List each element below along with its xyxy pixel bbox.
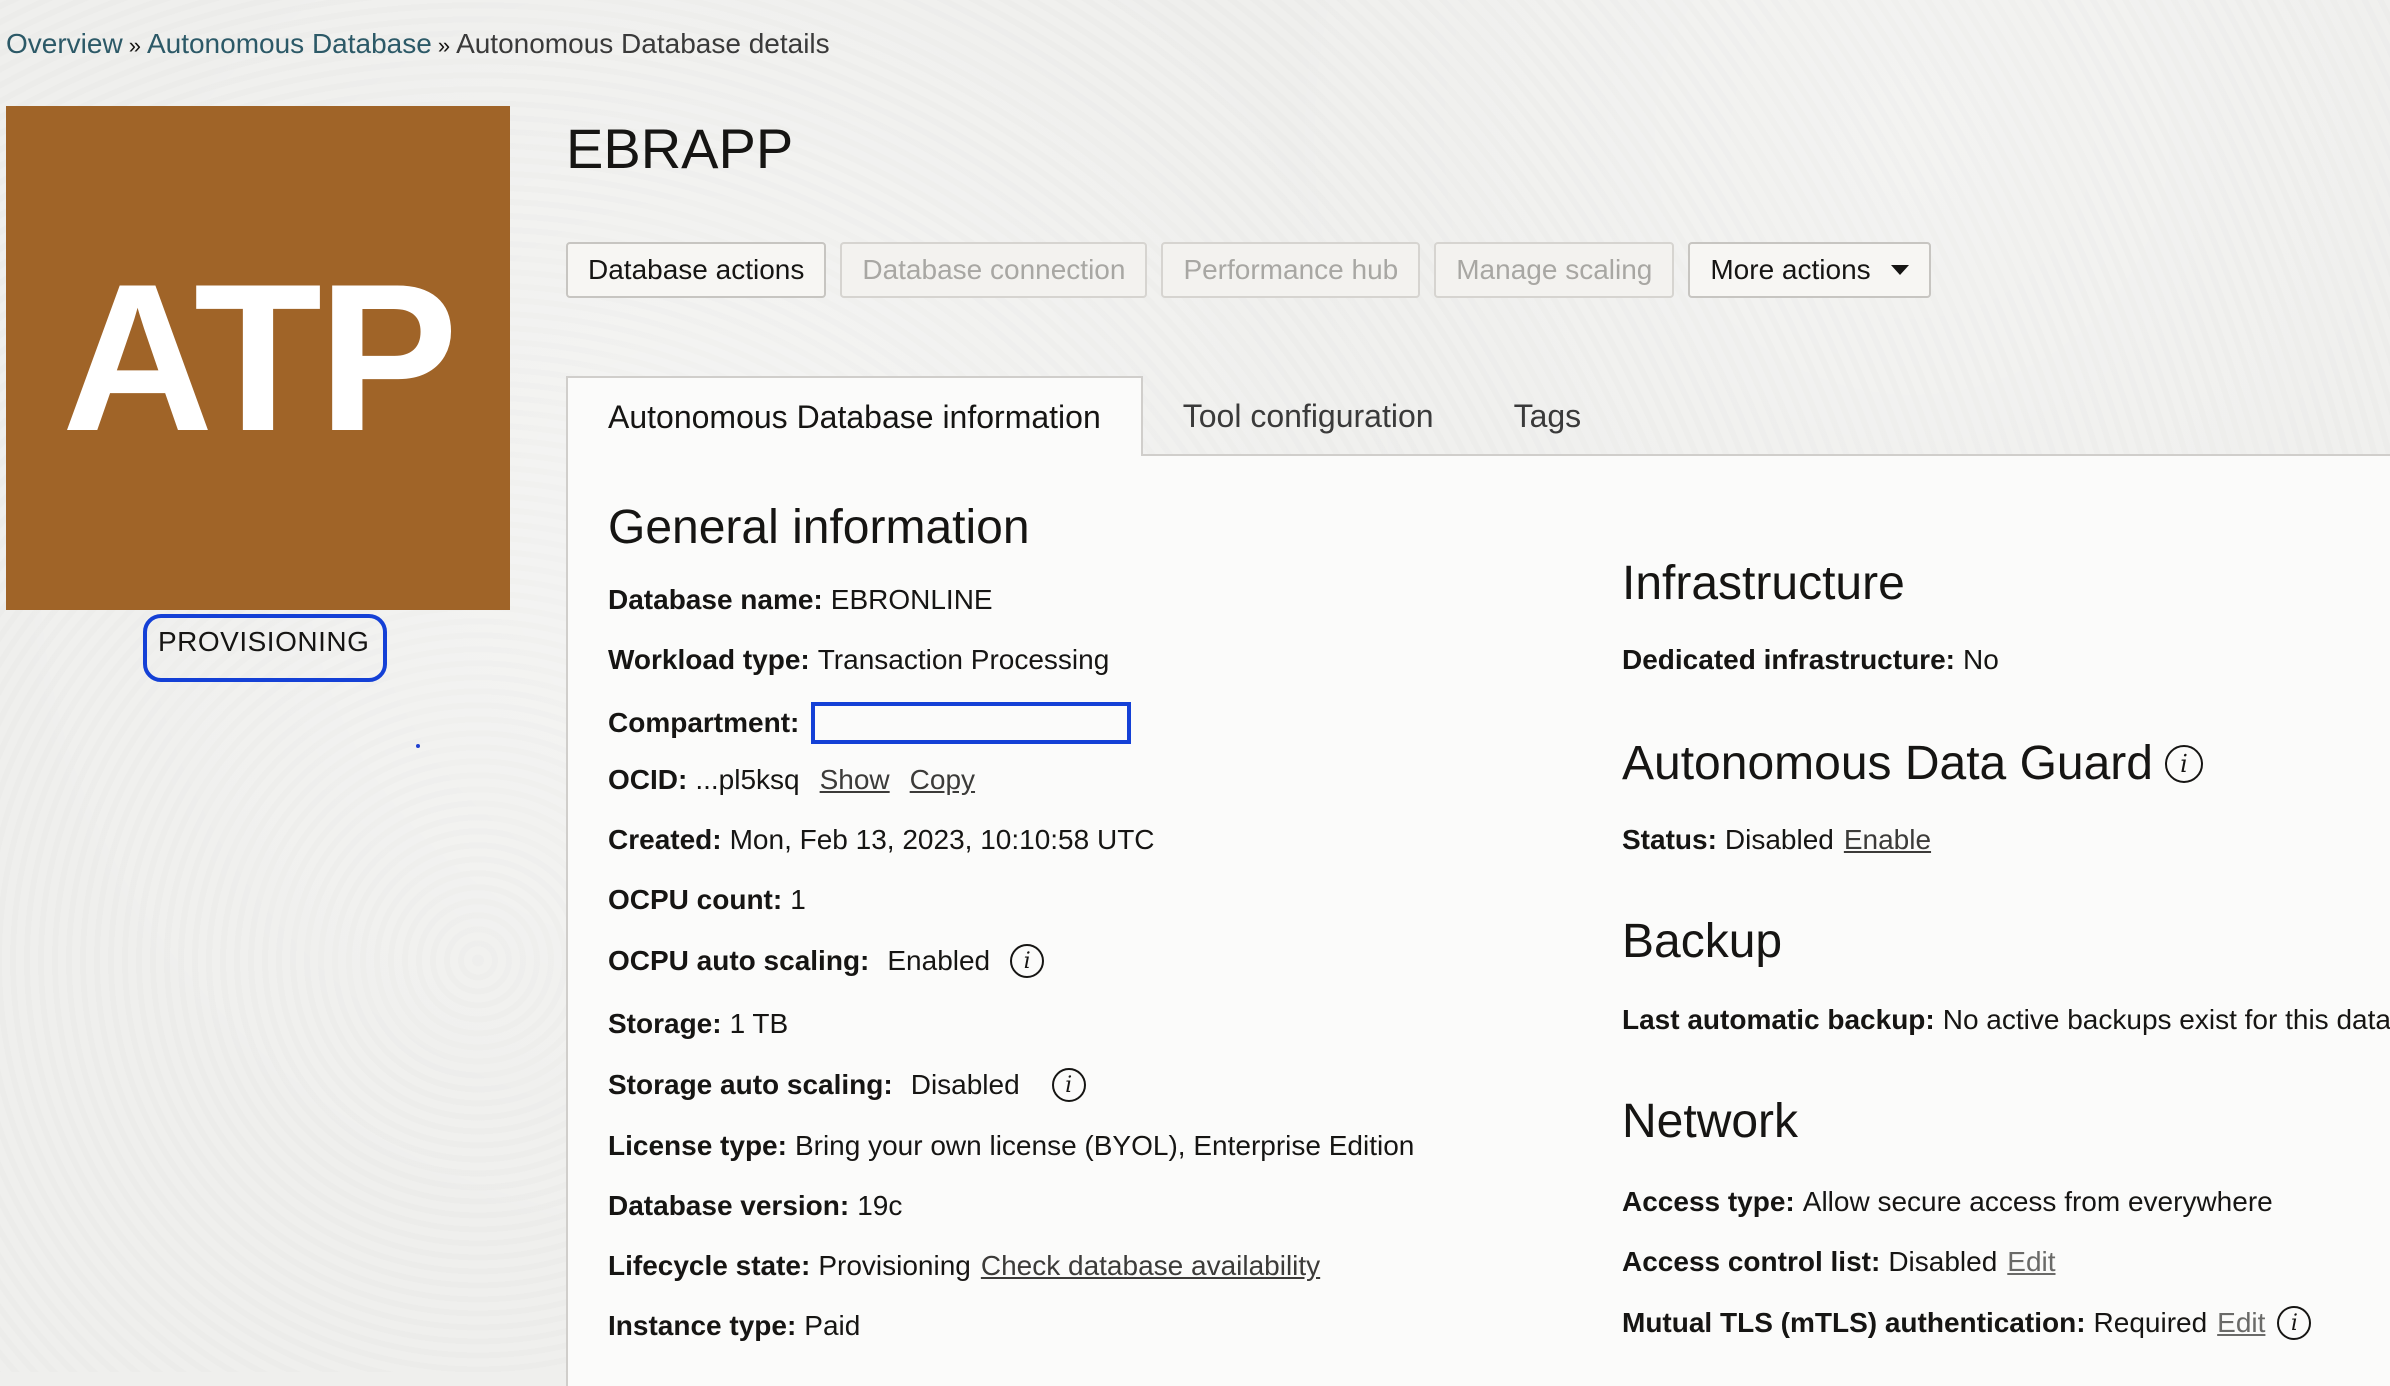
ocid-show-link[interactable]: Show — [820, 764, 890, 796]
storage-auto-scaling-row: Storage auto scaling: Disabled i — [608, 1068, 1086, 1102]
data-guard-heading-row: Autonomous Data Guard i — [1622, 736, 2203, 791]
edit-mtls-link[interactable]: Edit — [2217, 1307, 2265, 1339]
breadcrumb-autonomous-database-link[interactable]: Autonomous Database — [147, 28, 432, 59]
network-heading: Network — [1622, 1095, 1799, 1148]
annotation-dot — [416, 744, 420, 748]
breadcrumb-separator: » — [128, 33, 141, 58]
database-name-value: EBRONLINE — [830, 584, 993, 615]
access-type-value: Allow secure access from everywhere — [1802, 1186, 2273, 1217]
license-type-row: License type: Bring your own license (BY… — [608, 1130, 1422, 1162]
ocpu-count-label: OCPU count: — [608, 884, 783, 915]
atp-logo-text: ATP — [61, 240, 458, 475]
database-version-value: 19c — [857, 1190, 903, 1221]
tab-bar: Autonomous Database information Tool con… — [566, 376, 1622, 460]
access-type-row: Access type: Allow secure access from ev… — [1622, 1186, 2281, 1218]
ocpu-auto-scaling-label: OCPU auto scaling: — [608, 945, 870, 976]
database-name-row: Database name: EBRONLINE — [608, 584, 1001, 616]
tab-autonomous-database-information[interactable]: Autonomous Database information — [566, 376, 1143, 460]
created-row: Created: Mon, Feb 13, 2023, 10:10:58 UTC — [608, 824, 1163, 856]
compartment-redacted-value — [811, 702, 1132, 744]
infrastructure-heading: Infrastructure — [1622, 557, 1905, 610]
last-automatic-backup-value: No active backups exist for this data — [1942, 1004, 2390, 1035]
storage-label: Storage: — [608, 1008, 722, 1039]
info-icon[interactable]: i — [2277, 1306, 2312, 1340]
data-guard-status-label: Status: — [1622, 824, 1717, 855]
database-actions-button[interactable]: Database actions — [566, 242, 827, 298]
ocpu-count-value: 1 — [790, 884, 806, 915]
ocid-label: OCID: — [608, 764, 688, 795]
breadcrumb-overview-link[interactable]: Overview — [6, 28, 123, 59]
mtls-row: Mutual TLS (mTLS) authentication: Requir… — [1622, 1306, 2312, 1340]
more-actions-label: More actions — [1710, 254, 1871, 285]
mtls-value: Required — [2093, 1307, 2208, 1338]
ocid-value: ...pl5ksq — [695, 764, 800, 795]
access-control-list-label: Access control list: — [1622, 1246, 1881, 1277]
ocpu-auto-scaling-value: Enabled — [887, 945, 991, 976]
storage-auto-scaling-value: Disabled — [910, 1069, 1020, 1100]
ocpu-count-row: OCPU count: 1 — [608, 884, 814, 916]
workload-type-value: Transaction Processing — [817, 644, 1110, 675]
mtls-label: Mutual TLS (mTLS) authentication: — [1622, 1307, 2086, 1338]
enable-data-guard-link[interactable]: Enable — [1844, 824, 1931, 856]
last-automatic-backup-row: Last automatic backup: No active backups… — [1622, 1004, 2390, 1036]
info-icon[interactable]: i — [2164, 744, 2203, 783]
ocpu-auto-scaling-row: OCPU auto scaling: Enabled i — [608, 944, 1045, 978]
manage-scaling-button[interactable]: Manage scaling — [1434, 242, 1675, 298]
autonomous-data-guard-heading: Autonomous Data Guard — [1622, 737, 2153, 790]
created-value: Mon, Feb 13, 2023, 10:10:58 UTC — [729, 824, 1155, 855]
database-version-row: Database version: 19c — [608, 1190, 910, 1222]
access-control-list-row: Access control list: Disabled Edit — [1622, 1246, 2056, 1278]
lifecycle-state-row: Lifecycle state: Provisioning Check data… — [608, 1250, 1320, 1282]
instance-type-label: Instance type: — [608, 1310, 797, 1341]
data-guard-status-value: Disabled — [1724, 824, 1834, 855]
breadcrumb: Overview» Autonomous Database» Autonomous … — [6, 28, 830, 60]
access-control-list-value: Disabled — [1888, 1246, 1998, 1277]
page-title: EBRAPP — [566, 117, 794, 180]
lifecycle-state-value: Provisioning — [818, 1250, 971, 1281]
data-guard-status-row: Status: Disabled Enable — [1622, 824, 1931, 856]
caret-down-icon — [1890, 265, 1909, 275]
storage-row: Storage: 1 TB — [608, 1008, 796, 1040]
check-database-availability-link[interactable]: Check database availability — [981, 1250, 1320, 1282]
lifecycle-status-label: PROVISIONING — [158, 626, 370, 657]
general-information-heading: General information — [608, 501, 1030, 554]
workload-type-row: Workload type: Transaction Processing — [608, 644, 1117, 676]
compartment-row: Compartment: — [608, 702, 1132, 744]
backup-heading: Backup — [1622, 915, 1783, 968]
instance-type-value: Paid — [804, 1310, 861, 1341]
dedicated-infrastructure-value: No — [1962, 644, 1999, 675]
tab-tool-configuration[interactable]: Tool configuration — [1143, 376, 1474, 456]
license-type-value: Bring your own license (BYOL), Enterpris… — [794, 1130, 1415, 1161]
dedicated-infrastructure-label: Dedicated infrastructure: — [1622, 644, 1955, 675]
instance-type-row: Instance type: Paid — [608, 1310, 868, 1342]
performance-hub-button[interactable]: Performance hub — [1161, 242, 1421, 298]
storage-auto-scaling-label: Storage auto scaling: — [608, 1069, 893, 1100]
license-type-label: License type: — [608, 1130, 787, 1161]
action-toolbar: Database actions Database connection Per… — [566, 242, 1931, 298]
database-version-label: Database version: — [608, 1190, 850, 1221]
compartment-label: Compartment: — [608, 707, 800, 738]
atp-logo-badge: ATP — [6, 106, 510, 610]
created-label: Created: — [608, 824, 722, 855]
last-automatic-backup-label: Last automatic backup: — [1622, 1004, 1935, 1035]
breadcrumb-current: Autonomous Database details — [456, 28, 830, 59]
tab-tags[interactable]: Tags — [1474, 376, 1622, 456]
access-type-label: Access type: — [1622, 1186, 1795, 1217]
database-connection-button[interactable]: Database connection — [840, 242, 1148, 298]
breadcrumb-separator: » — [437, 33, 451, 58]
dedicated-infrastructure-row: Dedicated infrastructure: No — [1622, 644, 2007, 676]
ocid-copy-link[interactable]: Copy — [910, 764, 975, 796]
database-name-label: Database name: — [608, 584, 823, 615]
more-actions-button[interactable]: More actions — [1688, 242, 1931, 298]
info-icon[interactable]: i — [1051, 1068, 1086, 1102]
ocid-row: OCID: ...pl5ksq Show Copy — [608, 764, 975, 796]
info-icon[interactable]: i — [1010, 944, 1045, 978]
lifecycle-state-label: Lifecycle state: — [608, 1250, 811, 1281]
edit-acl-link[interactable]: Edit — [2007, 1246, 2055, 1278]
storage-value: 1 TB — [729, 1008, 789, 1039]
workload-type-label: Workload type: — [608, 644, 810, 675]
